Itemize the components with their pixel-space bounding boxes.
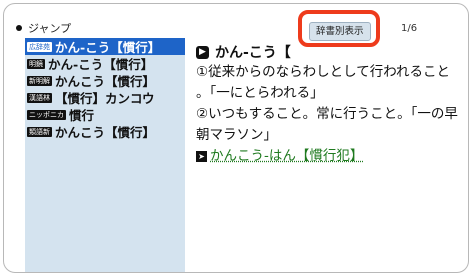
sidebar-item-kangorin[interactable]: 漢語林 【慣行】カンコウ	[25, 89, 185, 106]
sidebar-item-shinmeikai[interactable]: 新明解 かんこう【慣行】	[25, 72, 185, 89]
page-counter: 1/6	[401, 23, 418, 34]
speaker-icon[interactable]: ▶	[196, 45, 209, 59]
definition-1-cont: 。「一にとらわれる」	[196, 85, 324, 101]
entry-headword-row: ▶ かん-こう【	[196, 42, 466, 62]
sidebar-item-koujien[interactable]: 広辞苑 かん-こう【慣行】	[25, 38, 185, 55]
definition-1: ①従来からのならわしとして行われること	[196, 64, 451, 80]
cross-reference: ➤ かんこう-はん【慣行犯】	[196, 146, 466, 167]
sidebar-item-meikyou[interactable]: 明鏡 かん-こう【慣行】	[25, 55, 185, 72]
entry-content: ▶ かん-こう【 ①従来からのならわしとして行われること 。「一にとらわれる」 …	[196, 42, 466, 167]
definition-2-cont: 朝マラソン」	[196, 127, 277, 143]
jump-header: ジャンプ	[16, 20, 71, 36]
entry-headword: かん-こう【	[215, 45, 291, 61]
dict-badge: ニッポニカ	[27, 109, 66, 120]
definition-2: ②いつもすること。常に行うこと。「一の早	[196, 106, 458, 122]
cross-reference-link[interactable]: かんこう-はん【慣行犯】	[210, 146, 363, 167]
dict-badge: 広辞苑	[27, 41, 52, 52]
bullet-icon	[16, 25, 22, 31]
dict-badge: 新明解	[27, 75, 52, 86]
sidebar-item-label: かんこう【慣行】	[55, 125, 156, 140]
dict-view-button[interactable]: 辞書別表示	[309, 22, 371, 41]
dict-badge: 明鏡	[27, 58, 45, 69]
app-frame: ジャンプ 広辞苑 かん-こう【慣行】 明鏡 かん-こう【慣行】 新明解 かんこう…	[3, 3, 469, 273]
dict-badge: 類語新	[27, 126, 52, 137]
sidebar-item-nipponica[interactable]: ニッポニカ 慣行	[25, 106, 185, 123]
sidebar-item-ruigo[interactable]: 類語新 かんこう【慣行】	[25, 123, 185, 140]
dict-badge: 漢語林	[27, 92, 52, 103]
arrow-right-icon: ➤	[196, 151, 207, 162]
results-sidebar: 広辞苑 かん-こう【慣行】 明鏡 かん-こう【慣行】 新明解 かんこう【慣行】 …	[25, 38, 185, 272]
header-title: ジャンプ	[28, 22, 72, 35]
